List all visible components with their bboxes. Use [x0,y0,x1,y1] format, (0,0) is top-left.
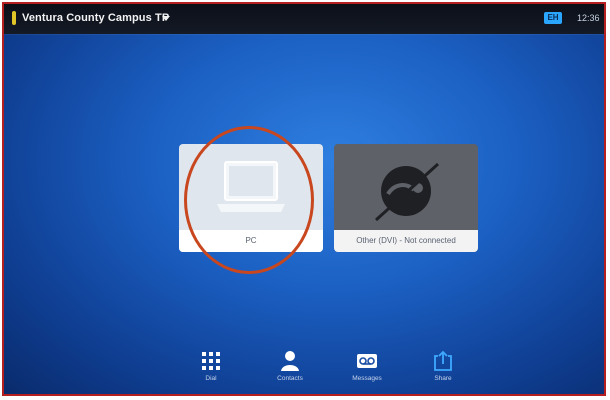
screen-frame: Ventura County Campus TP EH 12:36 PC Oth… [2,2,606,396]
dial-button[interactable]: Dial [181,348,241,394]
system-name: Ventura County Campus TP [22,12,170,24]
share-label: Share [434,375,452,382]
messages-button[interactable]: Messages [337,348,397,394]
source-label: PC [179,230,323,252]
messages-label: Messages [352,375,382,382]
clock: 12:36 [577,13,600,23]
contacts-button[interactable]: Contacts [260,348,320,394]
source-tile-other-dvi[interactable]: Other (DVI) - Not connected [334,144,478,252]
bottom-nav-bar: Dial Contacts Messages Share [4,348,604,394]
source-tile-pc[interactable]: PC [179,144,323,252]
dialpad-icon [202,352,220,370]
no-signal-icon [374,162,440,222]
share-icon [434,350,452,371]
laptop-icon [217,161,285,212]
dial-label: Dial [205,375,217,382]
share-button[interactable]: Share [413,348,473,394]
top-status-bar: Ventura County Campus TP EH 12:36 [4,4,604,34]
status-indicator [12,11,16,25]
person-icon [281,351,299,371]
voicemail-icon [357,354,377,368]
selfview-icon[interactable]: EH [544,12,562,24]
contacts-label: Contacts [277,375,303,382]
chevron-down-icon[interactable] [162,16,170,21]
source-label: Other (DVI) - Not connected [334,230,478,252]
